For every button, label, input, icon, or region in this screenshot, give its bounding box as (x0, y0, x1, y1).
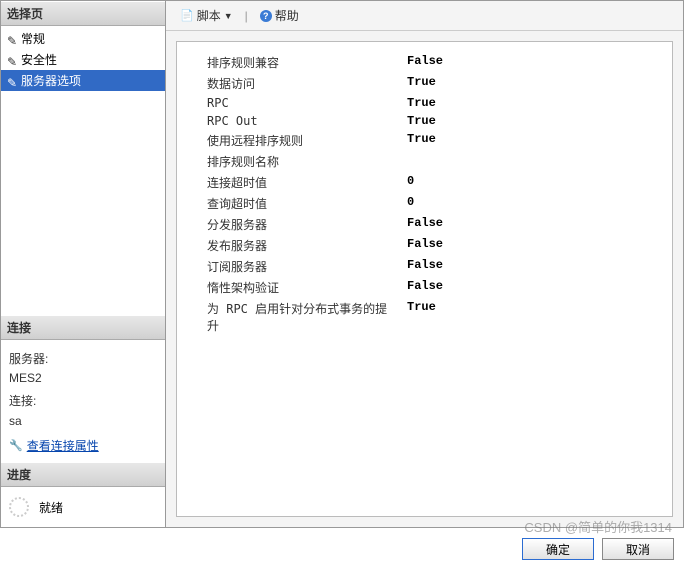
property-name: RPC Out (177, 114, 397, 128)
help-label: 帮助 (275, 7, 299, 24)
nav-item-label: 安全性 (21, 51, 57, 68)
connection-body: 服务器: MES2 连接: sa 🔧 查看连接属性 (1, 340, 165, 462)
property-name: RPC (177, 96, 397, 110)
nav-item-label: 服务器选项 (21, 72, 81, 89)
toolbar: 📄 脚本 ▼ | ? 帮助 (166, 1, 683, 31)
property-row[interactable]: 订阅服务器False (177, 256, 672, 277)
nav-item-1[interactable]: ✎ 安全性 (1, 49, 165, 70)
property-name: 分发服务器 (177, 216, 397, 233)
property-name: 使用远程排序规则 (177, 132, 397, 149)
server-value: MES2 (9, 369, 157, 388)
help-icon: ? (260, 10, 272, 22)
property-row[interactable]: 惰性架构验证False (177, 277, 672, 298)
script-label: 脚本 (197, 7, 221, 24)
bottom-bar: 确定 取消 (522, 538, 674, 560)
property-row[interactable]: 数据访问True (177, 73, 672, 94)
nav-item-0[interactable]: ✎ 常规 (1, 28, 165, 49)
property-row[interactable]: 查询超时值0 (177, 193, 672, 214)
property-value: False (397, 216, 672, 233)
property-name: 排序规则兼容 (177, 54, 397, 71)
property-name: 连接超时值 (177, 174, 397, 191)
select-page-header: 选择页 (1, 1, 165, 26)
nav-list: ✎ 常规 ✎ 安全性 ✎ 服务器选项 (1, 26, 165, 93)
property-row[interactable]: RPCTrue (177, 94, 672, 112)
property-value: True (397, 132, 672, 149)
progress-header: 进度 (1, 462, 165, 487)
conn-label: 连接: (9, 392, 157, 411)
property-name: 发布服务器 (177, 237, 397, 254)
property-value: 0 (397, 174, 672, 191)
property-name: 订阅服务器 (177, 258, 397, 275)
help-button[interactable]: ? 帮助 (254, 5, 305, 26)
toolbar-separator: | (245, 9, 248, 23)
property-row[interactable]: 分发服务器False (177, 214, 672, 235)
property-value: True (397, 75, 672, 92)
property-name: 数据访问 (177, 75, 397, 92)
view-props-link[interactable]: 查看连接属性 (27, 437, 99, 456)
property-name: 惰性架构验证 (177, 279, 397, 296)
page-icon: ✎ (7, 34, 17, 44)
spacer (1, 93, 165, 315)
property-name: 为 RPC 启用针对分布式事务的提升 (177, 300, 397, 334)
property-value: True (397, 300, 672, 334)
property-value: False (397, 237, 672, 254)
spinner-icon (9, 497, 29, 517)
property-value: True (397, 96, 672, 110)
cancel-button[interactable]: 取消 (602, 538, 674, 560)
ok-button[interactable]: 确定 (522, 538, 594, 560)
property-value: 0 (397, 195, 672, 212)
server-label: 服务器: (9, 350, 157, 369)
page-icon: ✎ (7, 76, 17, 86)
script-button[interactable]: 📄 脚本 ▼ (174, 5, 239, 26)
property-row[interactable]: 为 RPC 启用针对分布式事务的提升True (177, 298, 672, 336)
property-row[interactable]: RPC OutTrue (177, 112, 672, 130)
right-panel: 📄 脚本 ▼ | ? 帮助 排序规则兼容False数据访问TrueRPCTrue… (166, 1, 683, 527)
property-value: False (397, 258, 672, 275)
progress-status: 就绪 (39, 499, 63, 516)
connection-header: 连接 (1, 315, 165, 340)
conn-value: sa (9, 412, 157, 431)
property-row[interactable]: 连接超时值0 (177, 172, 672, 193)
script-icon: 📄 (180, 9, 194, 22)
nav-item-label: 常规 (21, 30, 45, 47)
chevron-down-icon: ▼ (224, 11, 233, 21)
progress-body: 就绪 (1, 487, 165, 527)
left-panel: 选择页 ✎ 常规 ✎ 安全性 ✎ 服务器选项 连接 服务器: MES2 连接: sa 🔧 … (1, 1, 166, 527)
property-row[interactable]: 排序规则名称 (177, 151, 672, 172)
property-row[interactable]: 发布服务器False (177, 235, 672, 256)
property-value: False (397, 54, 672, 71)
properties-grid: 排序规则兼容False数据访问TrueRPCTrueRPC OutTrue使用远… (176, 41, 673, 517)
property-row[interactable]: 排序规则兼容False (177, 52, 672, 73)
view-connection-properties[interactable]: 🔧 查看连接属性 (9, 437, 157, 456)
property-name: 排序规则名称 (177, 153, 397, 170)
property-value: True (397, 114, 672, 128)
nav-item-2[interactable]: ✎ 服务器选项 (1, 70, 165, 91)
property-value (397, 153, 672, 170)
property-row[interactable]: 使用远程排序规则True (177, 130, 672, 151)
property-name: 查询超时值 (177, 195, 397, 212)
property-value: False (397, 279, 672, 296)
wrench-icon: 🔧 (9, 438, 23, 456)
page-icon: ✎ (7, 55, 17, 65)
